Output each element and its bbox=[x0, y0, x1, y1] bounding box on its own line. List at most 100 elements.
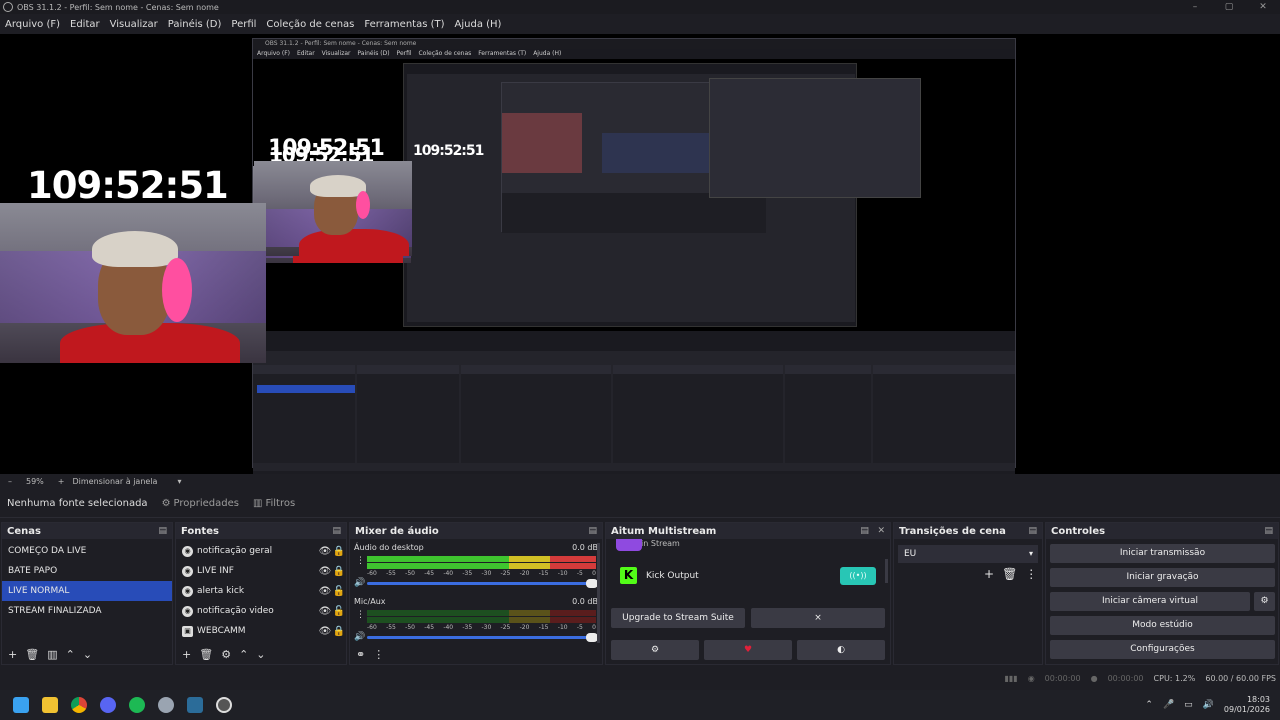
source-row[interactable]: ◉ LIVE INF 👁 🔒 bbox=[176, 561, 346, 581]
studio-mode-button[interactable]: Modo estúdio bbox=[1050, 616, 1275, 635]
source-row[interactable]: ◉ notificação video 👁 🔓 bbox=[176, 601, 346, 621]
close-icon[interactable]: ✕ bbox=[1246, 0, 1280, 14]
scene-item[interactable]: COMEÇO DA LIVE bbox=[2, 541, 172, 561]
lock-icon[interactable]: 🔒 bbox=[332, 546, 346, 557]
chevron-down-icon[interactable]: ▾ bbox=[177, 477, 181, 486]
dock-controls[interactable]: ▤ ✕ bbox=[860, 526, 885, 536]
kick-icon: K bbox=[620, 567, 637, 584]
trash-icon[interactable]: 🗑 bbox=[1002, 567, 1017, 581]
scrollbar[interactable] bbox=[597, 543, 600, 643]
lock-icon[interactable]: 🔒 bbox=[332, 626, 346, 637]
source-row[interactable]: ◉ alerta kick 👁 🔓 bbox=[176, 581, 346, 601]
add-icon[interactable]: + bbox=[182, 648, 191, 661]
visibility-icon[interactable]: 👁 bbox=[318, 586, 332, 597]
chrome-icon[interactable] bbox=[71, 697, 87, 713]
settings-icon[interactable] bbox=[158, 697, 174, 713]
more-icon[interactable]: ⋮ bbox=[356, 556, 365, 566]
properties-button[interactable]: ⚙ Propriedades bbox=[162, 498, 239, 509]
speaker-icon[interactable]: 🔊 bbox=[354, 578, 365, 588]
visibility-icon[interactable]: 👁 bbox=[318, 626, 332, 637]
volume-slider[interactable] bbox=[367, 633, 598, 642]
scene-item[interactable]: BATE PAPO bbox=[2, 561, 172, 581]
clock[interactable]: 18:03 09/01/2026 bbox=[1224, 695, 1270, 715]
scene-item[interactable]: STREAM FINALIZADA bbox=[2, 601, 172, 621]
menu-colecao-cenas[interactable]: Coleção de cenas bbox=[261, 19, 359, 30]
trash-icon[interactable]: 🗑 bbox=[25, 648, 39, 661]
file-explorer-icon[interactable] bbox=[42, 697, 58, 713]
steam-icon[interactable] bbox=[187, 697, 203, 713]
menu-visualizar[interactable]: Visualizar bbox=[105, 19, 163, 30]
source-row[interactable]: ◉ notificação geral 👁 🔒 bbox=[176, 541, 346, 561]
filters-button[interactable]: ▥ Filtros bbox=[253, 498, 295, 509]
visibility-icon[interactable]: 👁 bbox=[318, 566, 332, 577]
virtual-camera-settings-button[interactable]: ⚙ bbox=[1254, 592, 1275, 611]
volume-slider[interactable] bbox=[367, 579, 598, 588]
volume-meter bbox=[367, 610, 596, 616]
discord-button[interactable]: ◐ bbox=[797, 640, 885, 660]
scrollbar[interactable] bbox=[885, 559, 888, 583]
donate-button[interactable]: ♥ bbox=[704, 640, 792, 660]
settings-button[interactable]: ⚙ bbox=[611, 640, 699, 660]
start-recording-button[interactable]: Iniciar gravação bbox=[1050, 568, 1275, 587]
speaker-icon[interactable]: 🔊 bbox=[354, 632, 365, 642]
transition-select[interactable]: EU ▾ bbox=[898, 545, 1038, 563]
move-up-icon[interactable]: ⌃ bbox=[239, 648, 248, 661]
dock-menu-icon[interactable]: ▤ bbox=[158, 526, 167, 536]
preview-canvas[interactable]: OBS 31.1.2 - Perfil: Sem nome - Cenas: S… bbox=[0, 34, 1280, 474]
move-down-icon[interactable]: ⌄ bbox=[256, 648, 265, 661]
close-button[interactable]: × bbox=[751, 608, 885, 628]
dock-menu-icon[interactable]: ▤ bbox=[1264, 526, 1273, 536]
menu-ajuda[interactable]: Ajuda (H) bbox=[450, 19, 507, 30]
chevron-up-icon[interactable]: ⌃ bbox=[1145, 700, 1153, 710]
menu-arquivo[interactable]: Arquivo (F) bbox=[0, 19, 65, 30]
inner-window-title: OBS 31.1.2 - Perfil: Sem nome - Cenas: S… bbox=[253, 39, 1015, 49]
discord-icon[interactable] bbox=[100, 697, 116, 713]
add-icon[interactable]: + bbox=[984, 567, 994, 581]
lock-icon[interactable]: 🔒 bbox=[332, 566, 346, 577]
add-icon[interactable]: + bbox=[8, 648, 17, 661]
monitor-icon[interactable]: ▭ bbox=[1184, 700, 1193, 710]
volume-icon[interactable]: 🔊 bbox=[1203, 700, 1214, 710]
source-row[interactable]: ▣ WEBCAMM 👁 🔒 bbox=[176, 621, 346, 641]
zoom-in-button[interactable]: + bbox=[58, 477, 65, 486]
more-icon[interactable]: ⋮ bbox=[356, 610, 365, 620]
more-icon[interactable]: ⋮ bbox=[373, 648, 384, 661]
unlock-icon[interactable]: 🔓 bbox=[332, 606, 346, 617]
unlock-icon[interactable]: 🔓 bbox=[332, 586, 346, 597]
visibility-icon[interactable]: 👁 bbox=[318, 546, 332, 557]
settings-button[interactable]: Configurações bbox=[1050, 640, 1275, 659]
dock-menu-icon[interactable]: ▤ bbox=[588, 526, 597, 536]
move-up-icon[interactable]: ⌃ bbox=[66, 648, 75, 661]
move-down-icon[interactable]: ⌄ bbox=[83, 648, 92, 661]
more-icon[interactable]: ⋮ bbox=[1025, 567, 1037, 581]
visibility-icon[interactable]: 👁 bbox=[318, 606, 332, 617]
menu-ferramentas[interactable]: Ferramentas (T) bbox=[359, 19, 449, 30]
trash-icon[interactable]: 🗑 bbox=[199, 648, 213, 661]
dock-menu-icon[interactable]: ▤ bbox=[332, 526, 341, 536]
record-status-icon: ● bbox=[1090, 673, 1098, 683]
fps-readout: 60.00 / 60.00 FPS bbox=[1205, 673, 1276, 683]
filter-icon[interactable]: ▥ bbox=[47, 648, 57, 661]
scene-item-selected[interactable]: LIVE NORMAL bbox=[2, 581, 172, 601]
obs-icon[interactable] bbox=[216, 697, 232, 713]
scenes-title: Cenas bbox=[7, 525, 41, 537]
mixer-channel-mic: Mic/Aux 0.0 dB ⋮ -60 -55 -50 -45 -40 -35 -30 -2… bbox=[350, 593, 602, 645]
gear-icon[interactable]: ⚙ bbox=[221, 648, 231, 661]
maximize-icon[interactable]: ▢ bbox=[1212, 0, 1246, 14]
menu-paineis[interactable]: Painéis (D) bbox=[163, 19, 227, 30]
link-icon[interactable]: ⚭ bbox=[356, 648, 365, 661]
windows-start-icon[interactable] bbox=[13, 697, 29, 713]
minimize-icon[interactable]: – bbox=[1178, 0, 1212, 14]
zoom-out-button[interactable]: – bbox=[8, 477, 12, 486]
fit-to-window-select[interactable]: Dimensionar à janela bbox=[72, 477, 157, 486]
transition-value: EU bbox=[904, 549, 917, 559]
kick-output-toggle[interactable]: ((•)) bbox=[840, 567, 876, 585]
spotify-icon[interactable] bbox=[129, 697, 145, 713]
menu-perfil[interactable]: Perfil bbox=[226, 19, 261, 30]
mic-icon[interactable]: 🎤 bbox=[1163, 700, 1174, 710]
menu-editar[interactable]: Editar bbox=[65, 19, 105, 30]
upgrade-button[interactable]: Upgrade to Stream Suite bbox=[611, 608, 745, 628]
start-streaming-button[interactable]: Iniciar transmissão bbox=[1050, 544, 1275, 563]
dock-menu-icon[interactable]: ▤ bbox=[1028, 526, 1037, 536]
start-virtual-camera-button[interactable]: Iniciar câmera virtual bbox=[1050, 592, 1250, 611]
